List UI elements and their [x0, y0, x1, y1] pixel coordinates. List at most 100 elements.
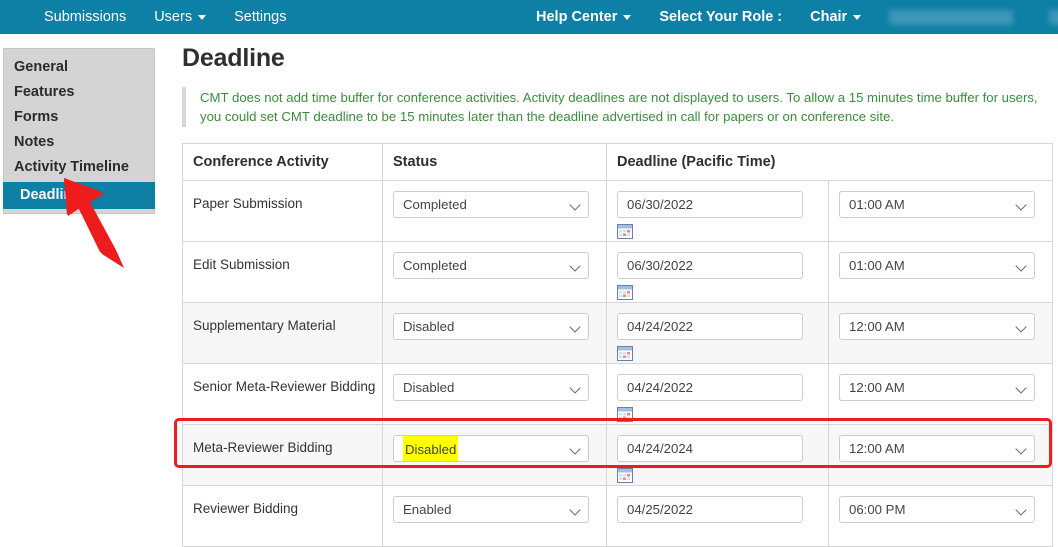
chevron-down-icon [1015, 260, 1027, 272]
nav-item-submissions[interactable]: Submissions [30, 0, 140, 34]
status-select[interactable]: Completed [393, 191, 589, 218]
cell-status: Disabled [382, 424, 607, 486]
chevron-down-icon [569, 199, 581, 211]
deadline-date-input[interactable]: 04/24/2022 [617, 374, 803, 401]
settings-sidebar: General Features Forms Notes Activity Ti… [3, 48, 155, 214]
redacted-username[interactable] [889, 9, 1014, 25]
activity-name: Supplementary Material [193, 318, 336, 333]
sidebar-item-notes-label: Notes [14, 134, 55, 150]
chevron-down-icon [569, 321, 581, 333]
redacted-signout-action[interactable] [1049, 9, 1058, 25]
deadline-time-select[interactable]: 01:00 AM [839, 191, 1035, 218]
nav-item-settings[interactable]: Settings [220, 0, 300, 34]
cell-date: 06/30/2022 [606, 180, 829, 242]
status-select[interactable]: Enabled [393, 496, 589, 523]
sidebar-item-forms-label: Forms [14, 109, 59, 125]
sidebar-item-features-label: Features [14, 84, 75, 100]
deadline-time-value: 12:00 AM [849, 380, 905, 395]
sidebar-item-activity-timeline-label: Activity Timeline [14, 159, 129, 175]
calendar-icon[interactable] [617, 224, 633, 239]
date-cell-inner: 06/30/2022 [607, 242, 828, 300]
status-select[interactable]: Completed [393, 252, 589, 279]
cell-time: 01:00 AM [827, 180, 1054, 242]
calendar-icon[interactable] [617, 468, 633, 483]
sidebar-item-general[interactable]: General [4, 55, 154, 80]
status-select-value: Disabled [403, 319, 455, 334]
time-cell-inner: 06:00 PM [829, 486, 1052, 523]
cell-status: Disabled [382, 302, 607, 364]
cell-time: 06:00 PM [827, 485, 1054, 547]
status-select-value: Disabled [403, 380, 455, 395]
sidebar-item-deadline-label: Deadline [20, 187, 81, 203]
deadline-time-select[interactable]: 01:00 AM [839, 252, 1035, 279]
sidebar-item-notes[interactable]: Notes [4, 130, 154, 155]
page-title: Deadline [182, 44, 285, 72]
nav-item-help-center-label: Help Center [536, 9, 618, 25]
chevron-down-icon [569, 504, 581, 516]
time-cell-inner: 01:00 AM [829, 242, 1052, 279]
chevron-down-icon [1015, 443, 1027, 455]
table-row-highlighted: Meta-Reviewer Bidding Disabled 04/24/202… [182, 424, 1054, 486]
column-header-deadline: Deadline (Pacific Time) [605, 143, 1054, 181]
nav-item-role-chair[interactable]: Chair [796, 0, 875, 34]
status-select-value: Completed [403, 197, 467, 212]
date-cell-inner: 06/30/2022 [607, 181, 828, 239]
deadline-time-value: 01:00 AM [849, 258, 905, 273]
date-cell-inner: 04/24/2022 [607, 364, 828, 422]
column-header-status: Status [382, 143, 607, 181]
status-select-value: Enabled [403, 502, 452, 517]
status-select[interactable]: Disabled [393, 313, 589, 340]
status-cell-inner: Disabled [383, 425, 606, 462]
calendar-icon[interactable] [617, 407, 633, 422]
table-header-row: Conference Activity Status Deadline (Pac… [182, 143, 1054, 181]
cell-time: 01:00 AM [827, 241, 1054, 303]
cell-time: 12:00 AM [827, 302, 1054, 364]
sidebar-item-features[interactable]: Features [4, 80, 154, 105]
deadline-date-input[interactable]: 04/25/2022 [617, 496, 803, 523]
chevron-down-icon [569, 382, 581, 394]
topbar-right-group: Help Center Select Your Role : Chair [522, 0, 1058, 34]
nav-item-submissions-label: Submissions [44, 9, 127, 25]
chevron-down-icon [1015, 321, 1027, 333]
table-row: Edit Submission Completed 06/30/2022 01:… [182, 241, 1054, 303]
deadline-date-input[interactable]: 04/24/2024 [617, 435, 803, 462]
cell-status: Disabled [382, 363, 607, 425]
deadline-time-select[interactable]: 12:00 AM [839, 313, 1035, 340]
deadline-time-select[interactable]: 12:00 AM [839, 435, 1035, 462]
time-cell-inner: 01:00 AM [829, 181, 1052, 218]
sidebar-item-activity-timeline[interactable]: Activity Timeline [4, 155, 154, 180]
deadline-date-input[interactable]: 04/24/2022 [617, 313, 803, 340]
table-row: Supplementary Material Disabled 04/24/20… [182, 302, 1054, 364]
deadline-table-header: Conference Activity Status Deadline (Pac… [182, 143, 1054, 181]
status-select-value: Completed [403, 258, 467, 273]
activity-name: Meta-Reviewer Bidding [193, 440, 333, 455]
cell-activity: Supplementary Material [182, 302, 383, 364]
table-row: Reviewer Bidding Enabled 04/25/2022 06:0… [182, 485, 1054, 547]
sidebar-item-forms[interactable]: Forms [4, 105, 154, 130]
status-select[interactable]: Disabled [393, 435, 589, 462]
calendar-icon[interactable] [617, 346, 633, 361]
activity-name: Reviewer Bidding [193, 501, 299, 516]
cell-activity: Edit Submission [182, 241, 383, 303]
cell-date: 04/24/2022 [606, 302, 829, 364]
activity-name: Edit Submission [193, 257, 290, 272]
sidebar-item-deadline[interactable]: Deadline [3, 182, 155, 209]
nav-item-help-center[interactable]: Help Center [522, 0, 645, 34]
cell-activity: Senior Meta-Reviewer Bidding [182, 363, 383, 425]
deadline-time-select[interactable]: 12:00 AM [839, 374, 1035, 401]
table-row: Senior Meta-Reviewer Bidding Disabled 04… [182, 363, 1054, 425]
deadline-time-value: 01:00 AM [849, 197, 905, 212]
status-select[interactable]: Disabled [393, 374, 589, 401]
deadline-date-input[interactable]: 06/30/2022 [617, 252, 803, 279]
deadline-date-input[interactable]: 06/30/2022 [617, 191, 803, 218]
deadline-time-select[interactable]: 06:00 PM [839, 496, 1035, 523]
select-your-role-label-wrap: Select Your Role : [645, 0, 796, 34]
time-cell-inner: 12:00 AM [829, 303, 1052, 340]
status-cell-inner: Completed [383, 181, 606, 218]
status-cell-inner: Disabled [383, 303, 606, 340]
status-cell-inner: Completed [383, 242, 606, 279]
calendar-icon[interactable] [617, 285, 633, 300]
nav-item-users[interactable]: Users [140, 0, 220, 34]
chevron-down-icon [569, 260, 581, 272]
cell-date: 04/24/2024 [606, 424, 829, 486]
